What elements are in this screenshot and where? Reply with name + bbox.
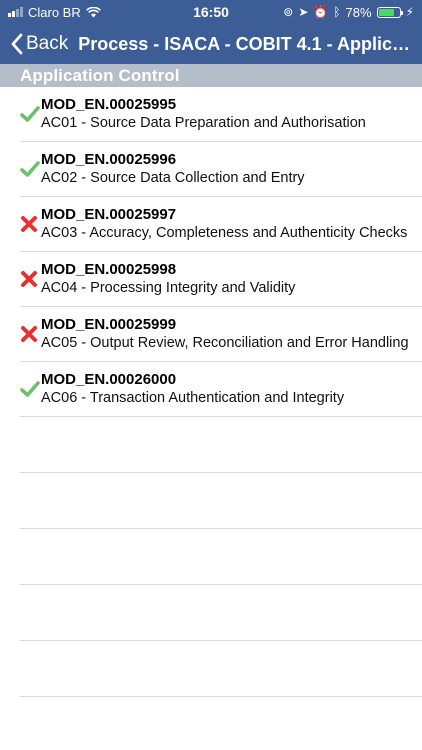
item-code: MOD_EN.00025996 (41, 151, 177, 168)
item-code: MOD_EN.00025995 (41, 96, 177, 113)
list-item-text: MOD_EN.00025996 AC02 - Source Data Collec… (41, 151, 422, 187)
empty-row (20, 473, 422, 529)
status-bar: Claro BR 16:50 ⊚ ➤ ⏰ ᛒ 78% ⚡ (0, 0, 422, 24)
carrier-label: Claro BR (28, 4, 81, 20)
navigation-bar: Back Process - ISACA - COBIT 4.1 - Appli… (0, 24, 422, 64)
cross-icon (0, 316, 41, 352)
back-label: Back (26, 33, 69, 54)
item-code: MOD_EN.00026000 (41, 371, 177, 388)
page-title: Process - ISACA - COBIT 4.1 - Applicat..… (78, 33, 416, 54)
control-list: MOD_EN.00025995 AC01 - Source Data Prepar… (0, 87, 422, 697)
wifi-icon (85, 6, 101, 17)
empty-row (20, 529, 422, 585)
list-item[interactable]: MOD_EN.00025996 AC02 - Source Data Collec… (20, 142, 422, 197)
empty-row (20, 417, 422, 473)
item-description: AC06 - Transaction Authentication and In… (41, 390, 345, 406)
charging-icon: ⚡ (405, 5, 414, 19)
item-description: AC02 - Source Data Collection and Entry (41, 170, 305, 186)
item-description: AC01 - Source Data Preparation and Autho… (41, 115, 366, 131)
cross-icon (0, 261, 41, 297)
list-item[interactable]: MOD_EN.00025995 AC01 - Source Data Prepar… (20, 87, 422, 142)
item-description: AC03 - Accuracy, Completeness and Authen… (41, 225, 408, 241)
empty-row (20, 585, 422, 641)
item-description: AC04 - Processing Integrity and Validity (41, 280, 296, 296)
chevron-left-icon (11, 33, 23, 55)
list-item[interactable]: MOD_EN.00025997 AC03 - Accuracy, Complete… (20, 197, 422, 252)
location-icon: ➤ (298, 5, 309, 19)
item-code: MOD_EN.00025998 (41, 261, 177, 278)
orientation-lock-icon: ⊚ (283, 5, 294, 19)
status-time: 16:50 (193, 4, 229, 20)
list-item-text: MOD_EN.00025995 AC01 - Source Data Prepar… (41, 96, 422, 132)
list-item-text: MOD_EN.00025998 AC04 - Processing Integri… (41, 261, 422, 297)
list-item-text: MOD_EN.00025999 AC05 - Output Review, Rec… (41, 316, 422, 352)
list-item[interactable]: MOD_EN.00026000 AC06 - Transaction Authen… (20, 362, 422, 417)
empty-row (20, 641, 422, 697)
top-bar: Claro BR 16:50 ⊚ ➤ ⏰ ᛒ 78% ⚡ Back Proces… (0, 0, 422, 64)
item-code: MOD_EN.00025997 (41, 206, 177, 223)
checkmark-icon (0, 371, 41, 407)
list-item-text: MOD_EN.00026000 AC06 - Transaction Authen… (41, 371, 422, 407)
item-code: MOD_EN.00025999 (41, 316, 177, 333)
item-description: AC05 - Output Review, Reconciliation and… (41, 335, 409, 351)
list-item[interactable]: MOD_EN.00025998 AC04 - Processing Integri… (20, 252, 422, 307)
alarm-icon: ⏰ (313, 5, 329, 19)
bluetooth-icon: ᛒ (333, 5, 341, 19)
battery-percent: 78% (345, 4, 372, 20)
back-button[interactable]: Back (10, 33, 68, 55)
cross-icon (0, 206, 41, 242)
section-header: Application Control (0, 64, 422, 87)
checkmark-icon (0, 96, 41, 132)
list-item-text: MOD_EN.00025997 AC03 - Accuracy, Complete… (41, 206, 422, 242)
signal-icon (8, 7, 23, 17)
list-item[interactable]: MOD_EN.00025999 AC05 - Output Review, Rec… (20, 307, 422, 362)
checkmark-icon (0, 151, 41, 187)
battery-icon (376, 6, 403, 18)
